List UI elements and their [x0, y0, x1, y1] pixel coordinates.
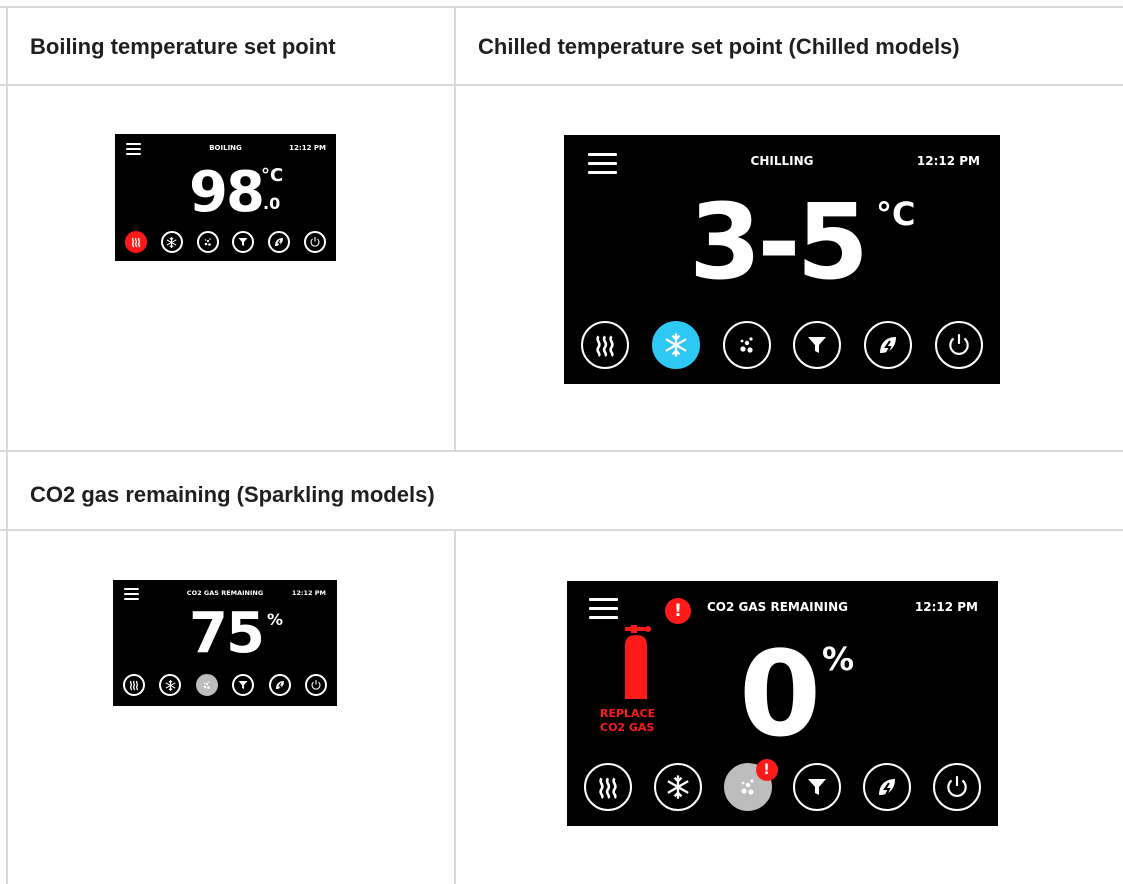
sparkling-icon[interactable] — [196, 231, 219, 253]
chilled-icon[interactable] — [651, 321, 700, 369]
table-border — [0, 450, 1123, 452]
power-icon[interactable] — [932, 763, 981, 811]
boiling-icon[interactable] — [581, 321, 629, 369]
table-border — [454, 6, 456, 452]
mode-icon-bar — [581, 321, 983, 369]
boiling-screen: BOILING 12:12 PM 98 °C .0 — [115, 134, 336, 261]
eco-icon[interactable] — [268, 231, 291, 253]
header-boiling: Boiling temperature set point — [30, 34, 336, 59]
alert-icon: ! — [665, 598, 691, 624]
temperature-value: 3-5 — [689, 181, 869, 303]
table-border — [0, 6, 1123, 8]
table-border — [0, 84, 1123, 86]
replace-gas-line-1: REPLACE — [600, 707, 656, 720]
screen-title: CO2 GAS REMAINING — [707, 600, 849, 614]
boiling-icon[interactable] — [125, 231, 147, 253]
power-icon[interactable] — [934, 321, 983, 369]
mode-icon-bar: ! — [584, 759, 981, 811]
temperature-decimal: .0 — [263, 194, 281, 213]
chilled-icon[interactable] — [159, 674, 182, 696]
gas-remaining-unit: % — [822, 640, 855, 678]
replace-gas-line-2: CO2 GAS — [600, 721, 655, 734]
power-icon[interactable] — [304, 674, 327, 696]
mode-icon-bar — [123, 674, 327, 696]
power-icon[interactable] — [303, 231, 326, 253]
filter-icon[interactable] — [232, 674, 255, 696]
clock-time: 12:12 PM — [291, 589, 326, 597]
eco-icon[interactable] — [268, 674, 291, 696]
gas-remaining-value: 0 — [739, 625, 821, 763]
clock-time: 12:12 PM — [916, 154, 980, 168]
chilled-icon[interactable] — [160, 231, 183, 253]
temperature-unit: °C — [261, 165, 284, 186]
boiling-icon[interactable] — [123, 674, 145, 696]
clock-time: 12:12 PM — [914, 600, 978, 614]
temperature-unit: °C — [876, 195, 916, 233]
sparkling-icon[interactable]: ! — [723, 759, 778, 811]
clock-time: 12:12 PM — [289, 144, 326, 152]
header-co2: CO2 gas remaining (Sparkling models) — [30, 482, 435, 507]
gas-remaining-value: 75 — [189, 601, 265, 666]
eco-icon[interactable] — [863, 763, 912, 811]
eco-icon[interactable] — [864, 321, 913, 369]
filter-icon[interactable] — [793, 321, 842, 369]
chilling-screen: CHILLING 12:12 PM 3-5 °C — [564, 135, 1000, 384]
gas-remaining-unit: % — [267, 610, 284, 629]
filter-icon[interactable] — [793, 763, 842, 811]
menu-icon[interactable] — [589, 598, 618, 619]
mode-icon-bar — [125, 231, 326, 253]
co2-small-screen: CO2 GAS REMAINING 12:12 PM 75 % — [113, 580, 337, 706]
chilled-icon[interactable] — [653, 763, 702, 811]
co2-alert-screen: ! CO2 GAS REMAINING 12:12 PM REPLACE CO2… — [567, 581, 998, 826]
table-border — [454, 529, 456, 884]
sparkling-icon[interactable] — [195, 674, 218, 696]
alert-icon: ! — [755, 759, 778, 781]
table-border — [0, 529, 1123, 531]
filter-icon[interactable] — [232, 231, 255, 253]
sparkling-icon[interactable] — [722, 321, 771, 369]
gas-cylinder-icon — [619, 621, 653, 705]
boiling-icon[interactable] — [584, 763, 632, 811]
table-border — [6, 6, 8, 884]
temperature-value: 98 — [189, 160, 265, 225]
header-chilled: Chilled temperature set point (Chilled m… — [478, 34, 960, 59]
